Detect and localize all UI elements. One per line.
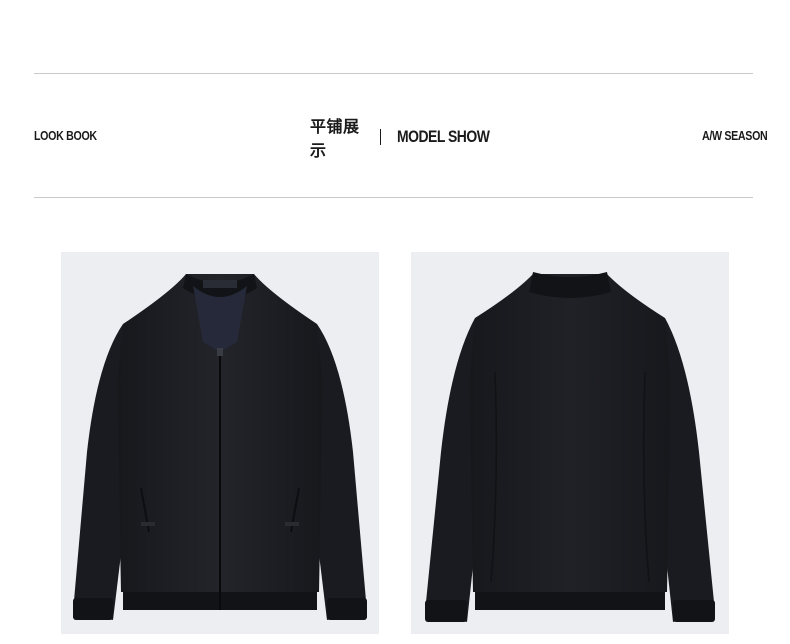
top-divider-line — [34, 73, 753, 74]
section-title-cn: 平铺展示 — [310, 117, 360, 160]
title-separator — [379, 129, 382, 145]
section-title-en: MODEL SHOW — [397, 127, 490, 146]
jacket-front-image — [61, 252, 379, 634]
bottom-divider-line — [34, 197, 753, 198]
jacket-front-illustration — [73, 274, 367, 620]
look-book-label: LOOK BOOK — [34, 128, 97, 143]
jacket-back-image — [411, 252, 729, 634]
section-title: 平铺展示 MODEL SHOW — [310, 117, 510, 160]
jacket-back-illustration — [425, 272, 715, 622]
season-label: A/W SEASON — [702, 128, 768, 143]
section-header: LOOK BOOK 平铺展示 MODEL SHOW A/W SEASON — [0, 117, 790, 160]
